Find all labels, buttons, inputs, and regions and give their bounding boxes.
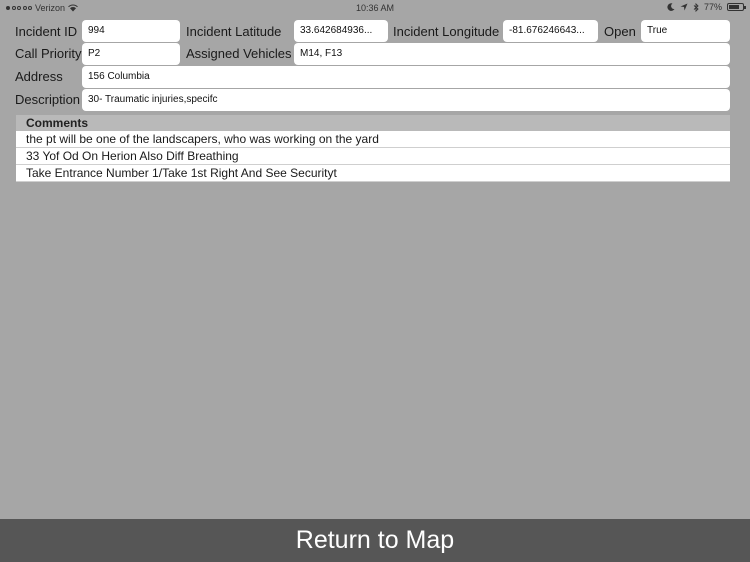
incident-longitude-field[interactable]: -81.676246643... bbox=[503, 20, 598, 42]
status-right: 77% bbox=[667, 2, 746, 12]
battery-icon bbox=[727, 3, 746, 11]
comments-list: Comments the pt will be one of the lands… bbox=[16, 115, 730, 182]
comments-header: Comments bbox=[16, 115, 730, 131]
status-bar: Verizon 10:36 AM 77% bbox=[0, 0, 750, 16]
location-arrow-icon bbox=[680, 3, 688, 11]
incident-longitude-label: Incident Longitude bbox=[393, 24, 500, 39]
battery-fill bbox=[729, 5, 739, 9]
call-priority-field[interactable]: P2 bbox=[82, 43, 180, 65]
address-field[interactable]: 156 Columbia bbox=[82, 66, 730, 88]
incident-latitude-field[interactable]: 33.642684936... bbox=[294, 20, 388, 42]
comment-item[interactable]: Take Entrance Number 1/Take 1st Right An… bbox=[16, 165, 730, 182]
incident-id-label: Incident ID bbox=[15, 24, 78, 39]
call-priority-label: Call Priority bbox=[15, 46, 82, 61]
return-to-map-button[interactable]: Return to Map bbox=[0, 519, 750, 562]
battery-percent: 77% bbox=[703, 2, 722, 12]
bluetooth-icon bbox=[693, 2, 699, 12]
comment-item[interactable]: 33 Yof Od On Herion Also Diff Breathing bbox=[16, 148, 730, 165]
address-label: Address bbox=[15, 69, 63, 84]
assigned-vehicles-label: Assigned Vehicles bbox=[186, 46, 292, 61]
status-time: 10:36 AM bbox=[355, 3, 395, 13]
description-field[interactable]: 30- Traumatic injuries,specifc bbox=[82, 89, 730, 111]
moon-icon bbox=[667, 3, 675, 11]
open-label: Open bbox=[604, 24, 636, 39]
incident-id-field[interactable]: 994 bbox=[82, 20, 180, 42]
assigned-vehicles-field[interactable]: M14, F13 bbox=[294, 43, 730, 65]
open-field[interactable]: True bbox=[641, 20, 730, 42]
incident-latitude-label: Incident Latitude bbox=[186, 24, 282, 39]
description-label: Description bbox=[15, 92, 81, 107]
comment-item[interactable]: the pt will be one of the landscapers, w… bbox=[16, 131, 730, 148]
